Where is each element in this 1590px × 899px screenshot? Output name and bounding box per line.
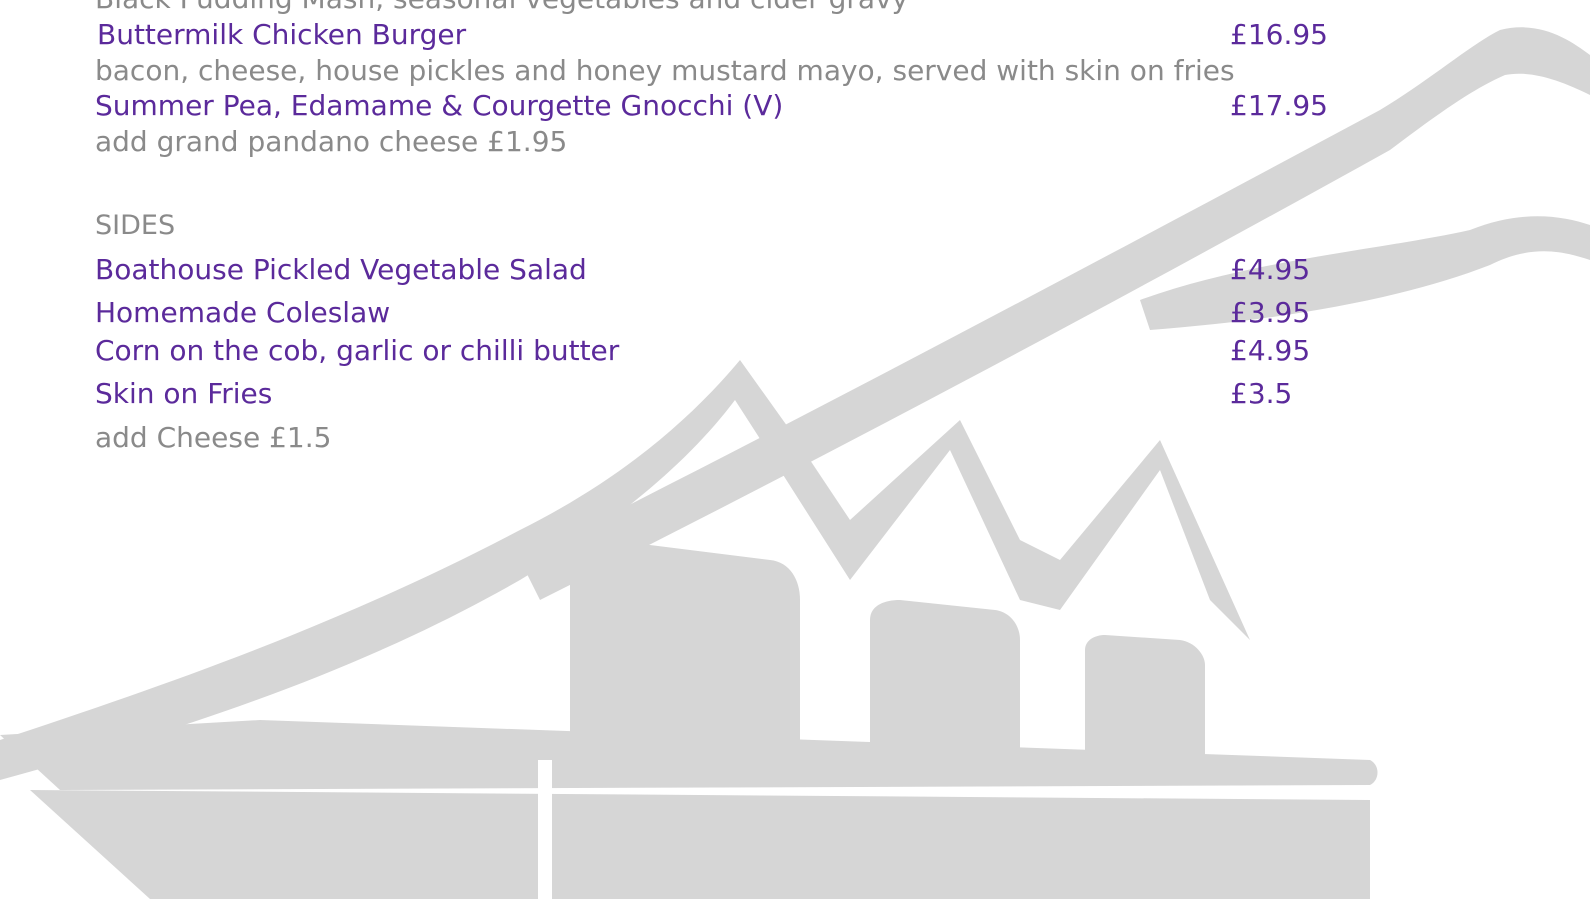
side-item-price: £4.95: [1230, 253, 1311, 286]
side-item-name: Corn on the cob, garlic or chilli butter: [95, 334, 620, 367]
side-item-name: Skin on Fries: [95, 377, 273, 410]
side-item-name: Homemade Coleslaw: [95, 296, 391, 329]
side-item-price: £4.95: [1230, 334, 1311, 367]
side-item-price: £3.95: [1230, 296, 1311, 329]
main-item-name: Summer Pea, Edamame & Courgette Gnocchi …: [95, 89, 784, 122]
previous-item-description: Black Pudding Mash, seasonal vegetables …: [95, 0, 908, 16]
main-item-description: add grand pandano cheese £1.95: [95, 125, 568, 158]
main-item-description: bacon, cheese, house pickles and honey m…: [95, 54, 1235, 87]
main-item-price: £17.95: [1230, 89, 1328, 122]
main-item-name: Buttermilk Chicken Burger: [97, 18, 467, 51]
main-item-price: £16.95: [1230, 18, 1328, 51]
side-item-price: £3.5: [1230, 377, 1293, 410]
side-item-name: Boathouse Pickled Vegetable Salad: [95, 253, 587, 286]
sides-heading: SIDES: [95, 210, 176, 241]
sides-addon: add Cheese £1.5: [95, 421, 332, 454]
